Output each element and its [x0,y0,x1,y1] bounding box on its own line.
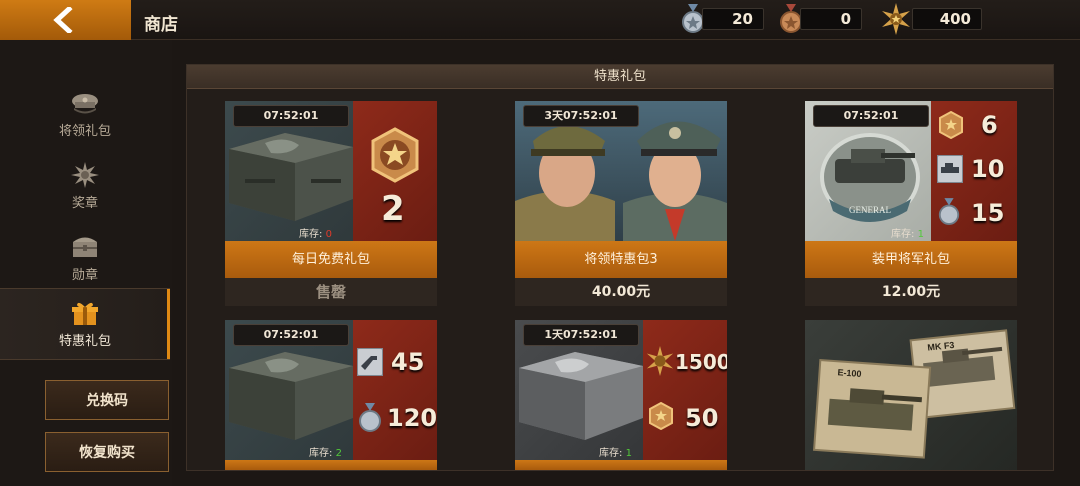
silver-medal-count: 20 [702,8,764,30]
gun-card-icon [357,348,383,376]
panel-title: 特惠礼包 [187,65,1053,89]
stock-count: 0 [325,229,332,240]
card-art: 3天07:52:01 [515,101,727,241]
offer-card-crate-2[interactable]: 1天07:52:01 库存: 1 1500 50 [515,320,727,470]
offer-card-crate-1[interactable]: 07:52:01 库存: 2 45 120 [225,320,437,470]
medal-icon [71,161,99,188]
sidebar-item-decorations[interactable]: 勋章 [0,222,170,294]
stock-label: 库存: 2 [309,448,342,459]
reward-column: 45 120 [353,320,437,460]
star-medal-icon [649,402,673,430]
general-tank-badge-icon: GENERAL [820,133,920,222]
offer-card-daily-free[interactable]: 07:52:01 库存: 0 2 每日免费礼包 售罄 [225,101,437,306]
card-title: 将领特惠包3 [515,241,727,278]
reward-value: 2 [381,189,405,229]
reward-value: 50 [685,404,719,432]
gift-icon [72,302,98,325]
svg-text:E-100: E-100 [837,367,862,379]
card-art: 07:52:01 库存: 2 45 120 [225,320,437,460]
stock-label: 库存: 1 [599,448,632,459]
silver-medal-icon [359,403,381,432]
sidebar-item-general-packs[interactable]: 将领礼包 [0,78,170,150]
offer-card-armor-general[interactable]: GENERAL 07:52:01 库存: 1 6 10 15 装甲将军礼包 12… [805,101,1017,306]
card-title: 每日免费礼包 [225,241,437,278]
sidebar-item-label: 奖章 [71,195,98,211]
card-art: 1天07:52:01 库存: 1 1500 50 [515,320,727,460]
card-title [225,460,437,470]
gold-star-badge-icon [882,3,910,35]
sidebar-item-label: 特惠礼包 [58,333,111,349]
reward-value: 15 [971,199,1005,227]
price-button[interactable]: 40.00元 [515,278,727,306]
card-title: 装甲将军礼包 [805,241,1017,278]
stock-count: 2 [335,448,342,459]
reward-column: 1500 50 [643,320,727,460]
top-bar: 商店 20 0 400 [0,0,1080,40]
reward-value: 120 [387,404,437,432]
card-art: GENERAL 07:52:01 库存: 1 6 10 15 [805,101,1017,241]
sidebar-item-label: 勋章 [71,267,98,283]
countdown-timer: 1天07:52:01 [523,324,639,346]
countdown-timer: 07:52:01 [233,105,349,127]
stock-label: 库存: 0 [299,229,332,240]
offer-card-tanks[interactable]: MK F3 E-100 [805,320,1017,470]
tank-card-icon [937,155,963,183]
silver-medal-icon [938,198,960,225]
reward-value: 6 [981,111,998,139]
card-art: MK F3 E-100 [805,320,1017,470]
reward-column: 2 [353,101,437,241]
sidebar-item-special-offers[interactable]: 特惠礼包 [0,288,170,360]
sold-out-label: 售罄 [225,278,437,306]
page-title: 商店 [144,15,178,35]
chest-icon [73,237,97,257]
star-medal-icon [939,111,963,139]
sidebar-item-label: 将领礼包 [58,123,111,139]
crate-icon [229,352,353,440]
reward-column: 6 10 15 [931,101,1017,241]
countdown-timer: 07:52:01 [233,324,349,346]
stock-count: 1 [625,448,632,459]
officer-cap-icon [72,93,98,113]
sidebar: 将领礼包 奖章 勋章 特惠礼包 兑换码 恢复购买 [0,40,172,486]
star-medal-icon [371,127,419,183]
redeem-code-button[interactable]: 兑换码 [45,380,169,420]
price-button[interactable]: 12.00元 [805,278,1017,306]
gold-badge-count: 400 [912,8,982,30]
reward-value: 45 [391,348,425,376]
tank-cards-icon: MK F3 E-100 [813,329,1016,459]
offers-panel: 特惠礼包 07:52:01 库存: 0 2 每日免费礼包 售罄 3天07:52:… [186,64,1054,471]
offer-card-general-pack-3[interactable]: 3天07:52:01 将领特惠包3 40.00元 [515,101,727,306]
back-button[interactable] [0,0,131,40]
stock-count: 1 [917,229,924,240]
back-arrow-icon [53,7,73,33]
crate-icon [229,133,353,221]
countdown-timer: 3天07:52:01 [523,105,639,127]
restore-purchase-button[interactable]: 恢复购买 [45,432,169,472]
svg-text:GENERAL: GENERAL [849,205,891,215]
reward-value: 1500 [675,350,727,374]
sidebar-item-medals[interactable]: 奖章 [0,150,170,222]
gold-star-badge-icon [646,346,674,376]
crate-icon [519,352,643,440]
bronze-medal-count: 0 [800,8,862,30]
stock-label: 库存: 1 [891,229,924,240]
card-title [515,460,727,470]
countdown-timer: 07:52:01 [813,105,929,127]
card-art: 07:52:01 库存: 0 2 [225,101,437,241]
reward-value: 10 [971,155,1005,183]
